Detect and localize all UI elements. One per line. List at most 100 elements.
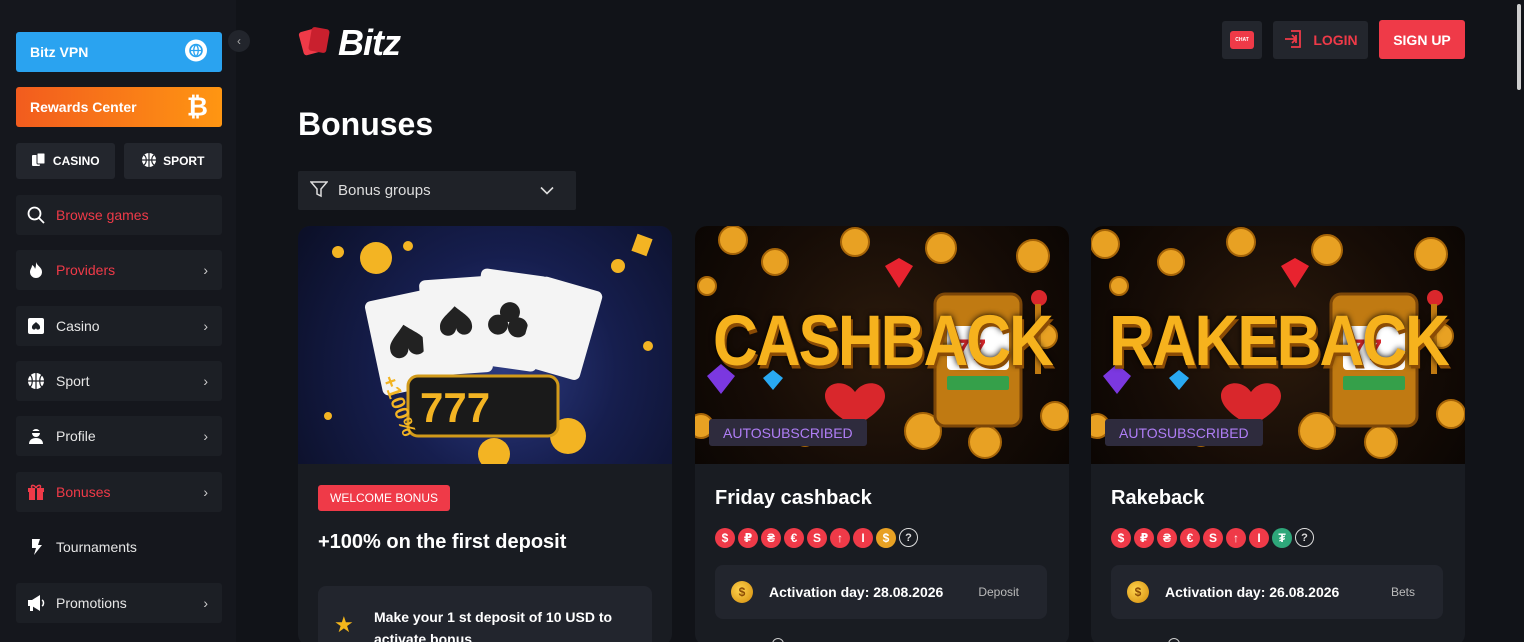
gift-icon: [26, 482, 46, 502]
rewards-center-label: Rewards Center: [30, 99, 137, 115]
currency-i-icon: I: [1249, 528, 1269, 548]
currency-uah-icon: ₴: [761, 528, 781, 548]
activation-row: $ Activation day: 26.08.2026 Bets: [1111, 565, 1443, 619]
sidebar-item-label: Profile: [56, 428, 96, 444]
signup-button[interactable]: SIGN UP: [1379, 20, 1465, 59]
ball-icon: [26, 371, 46, 391]
sidebar-item-label: Browse games: [56, 207, 149, 223]
cards-icon: [26, 316, 46, 336]
rewards-center-button[interactable]: Rewards Center ₿: [16, 87, 222, 127]
sidebar-item-sport[interactable]: Sport ›: [16, 361, 222, 401]
sidebar-item-providers[interactable]: Providers ›: [16, 250, 222, 290]
currency-i-icon: I: [853, 528, 873, 548]
welcome-bonus-badge: WELCOME BONUS: [318, 485, 451, 511]
welcome-bonus-image: 777 +100%: [298, 226, 672, 464]
login-label: LOGIN: [1313, 32, 1358, 48]
bonus-card-rakeback[interactable]: 77 RAKEBACK AUTOSUBSCRIBED Rakeback $ ₽ …: [1091, 226, 1465, 642]
bitcoin-icon: ₿: [186, 91, 208, 122]
chevron-right-icon: ›: [203, 262, 208, 278]
sidebar-item-profile[interactable]: Profile ›: [16, 416, 222, 456]
page-title: Bonuses: [298, 106, 434, 142]
bonus-card-welcome[interactable]: 777 +100% WELCOME BONUS +100% on the fir…: [298, 226, 672, 642]
card-heading: Rakeback: [1111, 487, 1205, 509]
info-icon: [1168, 638, 1180, 642]
logo-cards-icon: [298, 24, 332, 63]
bitz-vpn-button[interactable]: Bitz VPN: [16, 32, 222, 72]
cards-icon: [31, 152, 47, 171]
collapse-sidebar-button[interactable]: ‹: [228, 30, 250, 52]
help-icon[interactable]: ?: [1295, 528, 1314, 547]
sidebar-item-label: Providers: [56, 262, 116, 278]
logo-text: Bitz: [338, 22, 401, 63]
logo[interactable]: Bitz: [298, 22, 401, 64]
currency-rub-icon: ₽: [738, 528, 758, 548]
sidebar-item-tournaments[interactable]: Tournaments: [16, 527, 222, 567]
chevron-right-icon: ›: [203, 373, 208, 389]
currency-uah-icon: ₴: [1157, 528, 1177, 548]
chevron-right-icon: ›: [203, 595, 208, 611]
sidebar: Bitz VPN Rewards Center ₿ CASINO SPORT B…: [0, 0, 236, 642]
sidebar-tabs: CASINO SPORT: [16, 143, 222, 179]
thunder-icon: [26, 537, 46, 557]
coin-icon: $: [731, 581, 753, 603]
tab-casino[interactable]: CASINO: [16, 143, 115, 179]
rakeback-image-title: RAKEBACK: [1109, 301, 1450, 382]
login-button[interactable]: LOGIN: [1273, 21, 1368, 59]
currency-eur-icon: €: [784, 528, 804, 548]
autosubscribed-badge: AUTOSUBSCRIBED: [709, 419, 867, 446]
currency-usdt-icon: ₮: [1272, 528, 1292, 548]
deposit-requirement-text: Make your 1 st deposit of 10 USD to acti…: [374, 609, 613, 642]
megaphone-icon: [26, 593, 46, 613]
coin-icon: $: [1127, 581, 1149, 603]
currency-rub-icon: ₽: [1134, 528, 1154, 548]
currency-eur-icon: €: [1180, 528, 1200, 548]
info-icon: [772, 638, 784, 642]
chevron-right-icon: ›: [203, 484, 208, 500]
globe-shield-icon: [184, 39, 208, 66]
signup-label: SIGN UP: [1393, 31, 1451, 48]
sidebar-item-label: Sport: [56, 373, 90, 389]
currency-arrow-icon: ↑: [1226, 528, 1246, 548]
currency-list: $ ₽ ₴ € S ↑ I ₮ ?: [1111, 528, 1314, 548]
sidebar-item-label: Tournaments: [56, 539, 137, 555]
card-heading: +100% on the first deposit: [318, 531, 567, 553]
activation-day: Activation day: 26.08.2026: [1165, 584, 1340, 600]
chat-button[interactable]: CHAT: [1222, 21, 1262, 59]
bonus-groups-label: Bonus groups: [338, 182, 431, 199]
scrollbar[interactable]: [1517, 4, 1521, 90]
svg-text:777: 777: [420, 384, 490, 431]
currency-coin-icon: $: [876, 528, 896, 548]
activation-type: Bets: [1390, 585, 1415, 599]
currency-list: $ ₽ ₴ € S ↑ I $ ?: [715, 528, 918, 548]
deposit-requirement: ★ Make your 1 st deposit of 10 USD to ac…: [318, 586, 652, 642]
sidebar-item-browse-games[interactable]: Browse games: [16, 195, 222, 235]
cashback-image: 77 CASHBACK AUTOSUBSCRIBED: [695, 226, 1069, 464]
bonus-groups-dropdown[interactable]: Bonus groups: [298, 171, 576, 210]
tab-casino-label: CASINO: [52, 154, 100, 168]
chevron-left-icon: ‹: [237, 34, 241, 48]
user-icon: [26, 426, 46, 446]
currency-usd-icon: $: [715, 528, 735, 548]
fire-icon: [26, 260, 46, 280]
chat-icon: CHAT: [1230, 31, 1254, 49]
sidebar-item-promotions[interactable]: Promotions ›: [16, 583, 222, 623]
chevron-right-icon: ›: [203, 428, 208, 444]
currency-usd-icon: $: [1111, 528, 1131, 548]
activation-row: $ Activation day: 28.08.2026 Deposit: [715, 565, 1047, 619]
tab-sport[interactable]: SPORT: [123, 143, 222, 179]
sidebar-item-bonuses[interactable]: Bonuses ›: [16, 472, 222, 512]
activation-type: Deposit: [978, 585, 1019, 599]
basketball-icon: [141, 152, 157, 171]
sidebar-item-label: Casino: [56, 318, 100, 334]
bitz-vpn-label: Bitz VPN: [30, 44, 89, 60]
chat-label: CHAT: [1235, 37, 1249, 43]
cashback-image-title: CASHBACK: [713, 301, 1054, 382]
sidebar-item-label: Bonuses: [56, 484, 111, 500]
star-icon: ★: [334, 612, 354, 637]
bonus-card-cashback[interactable]: 77 CASHBACK AUTOSUBSCRIBED Friday cashba…: [695, 226, 1069, 642]
currency-s-icon: S: [807, 528, 827, 548]
autosubscribed-badge: AUTOSUBSCRIBED: [1105, 419, 1263, 446]
sidebar-item-casino[interactable]: Casino ›: [16, 306, 222, 346]
help-icon[interactable]: ?: [899, 528, 918, 547]
sidebar-item-label: Promotions: [56, 595, 127, 611]
